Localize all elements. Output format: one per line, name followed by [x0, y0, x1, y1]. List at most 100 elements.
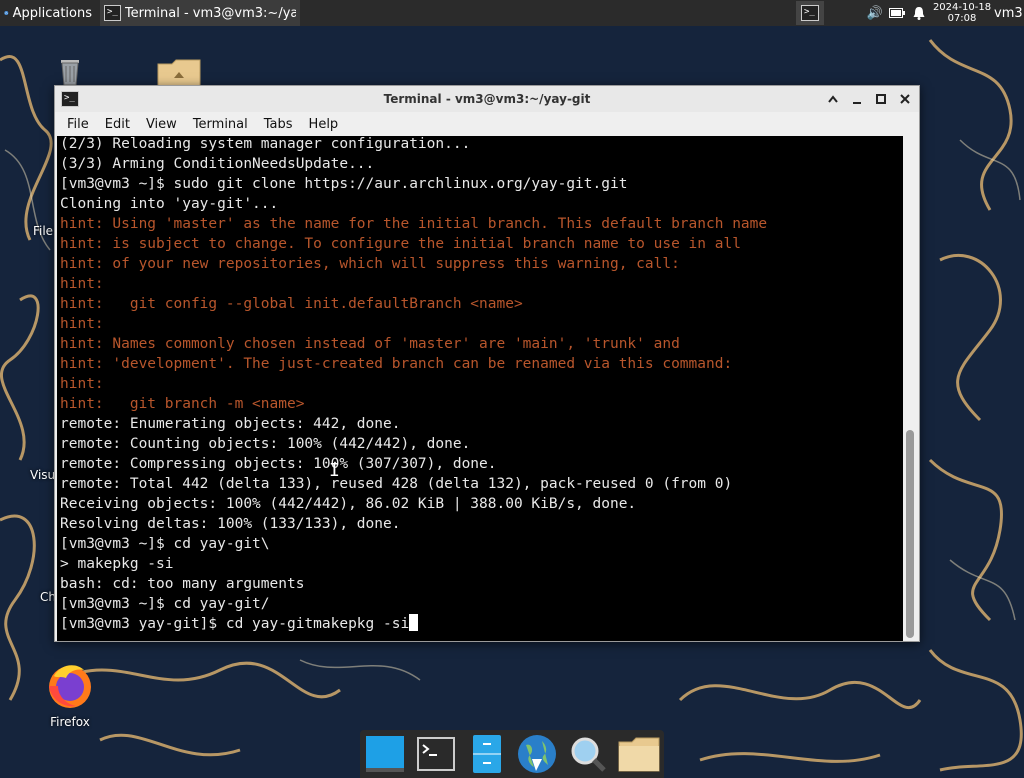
- terminal-line-text: remote: Counting objects: 100% (442/442)…: [60, 436, 471, 452]
- minimize-button[interactable]: [847, 89, 867, 109]
- terminal-hint-line: hint: git branch -m <name>: [60, 394, 767, 414]
- maximize-button[interactable]: [871, 89, 891, 109]
- terminal-line: [vm3@vm3 ~]$ cd yay-git\: [60, 534, 767, 554]
- terminal-line-text: > makepkg -si: [60, 556, 174, 572]
- terminal-line-text: remote: Enumerating objects: 442, done.: [60, 416, 401, 432]
- terminal-line-text: hint:: [60, 376, 104, 392]
- terminal-line: remote: Total 442 (delta 133), reused 42…: [60, 474, 767, 494]
- terminal-line-text: (2/3) Reloading system manager configura…: [60, 136, 471, 152]
- volume-icon[interactable]: 🔊: [864, 1, 886, 25]
- desktop-icon-file-system-label[interactable]: File: [32, 224, 54, 238]
- globe-browser-icon: [518, 735, 557, 773]
- terminal-line: [vm3@vm3 ~]$ cd yay-git/: [60, 594, 767, 614]
- terminal-line-text: hint: is subject to change. To configure…: [60, 236, 741, 252]
- terminal-line: Cloning into 'yay-git'...: [60, 194, 767, 214]
- notification-bell-icon[interactable]: [908, 1, 930, 25]
- menu-file[interactable]: File: [59, 117, 97, 132]
- terminal-hint-line: hint: git config --global init.defaultBr…: [60, 294, 767, 314]
- desktop-icon-trash[interactable]: [52, 54, 88, 86]
- terminal-window: >_ Terminal - vm3@vm3:~/yay-git File Edi…: [54, 85, 920, 642]
- trash-icon: [61, 60, 79, 86]
- terminal-icon: >_: [104, 5, 121, 21]
- terminal-line-text: hint:: [60, 276, 104, 292]
- terminal-lines: (2/3) Reloading system manager configura…: [60, 136, 767, 634]
- clock-date: 2024-10-18: [932, 2, 992, 13]
- minimize-icon: [853, 102, 861, 104]
- magnifier-search-icon: [571, 737, 606, 772]
- terminal-line: remote: Counting objects: 100% (442/442)…: [60, 434, 767, 454]
- terminal-line: (2/3) Reloading system manager configura…: [60, 136, 767, 154]
- maximize-icon: [876, 94, 886, 104]
- scrollbar-thumb[interactable]: [906, 430, 914, 638]
- terminal-line-text: [vm3@vm3 ~]$ cd yay-git/: [60, 596, 270, 612]
- dock-web-browser[interactable]: [515, 733, 559, 775]
- menu-terminal[interactable]: Terminal: [185, 117, 256, 132]
- desktop-icon-firefox[interactable]: Firefox: [34, 660, 106, 729]
- dock-show-desktop[interactable]: [363, 733, 407, 775]
- terminal-line-text: bash: cd: too many arguments: [60, 576, 305, 592]
- applications-label: Applications: [12, 5, 92, 21]
- window-title: Terminal - vm3@vm3:~/yay-git: [383, 92, 591, 106]
- text-cursor-ibeam-icon: I: [329, 460, 340, 481]
- terminal-icon: >_: [801, 5, 819, 21]
- terminal-scrollbar[interactable]: [903, 136, 917, 641]
- chevron-up-icon: [828, 95, 838, 103]
- terminal-hint-line: hint: Using 'master' as the name for the…: [60, 214, 767, 234]
- xfce-logo-icon: [4, 11, 9, 15]
- terminal-line-text: [vm3@vm3 yay-git]$ cd yay-gitmakepkg -si: [60, 616, 410, 632]
- taskbar-terminal-button[interactable]: >_ Terminal - vm3@vm3:~/ya...: [100, 0, 300, 26]
- terminal-line-text: remote: Total 442 (delta 133), reused 42…: [60, 476, 733, 492]
- terminal-line-text: hint: Names commonly chosen instead of '…: [60, 336, 680, 352]
- terminal-line-text: remote: Compressing objects: 100% (307/3…: [60, 456, 497, 472]
- window-titlebar[interactable]: >_ Terminal - vm3@vm3:~/yay-git: [55, 86, 919, 112]
- desktop-icon-home-folder[interactable]: [156, 58, 202, 87]
- terminal-line-text: Receiving objects: 100% (442/442), 86.02…: [60, 496, 637, 512]
- menu-view[interactable]: View: [138, 117, 185, 132]
- file-manager-icon: [472, 735, 501, 773]
- terminal-line-text: [vm3@vm3 ~]$ sudo git clone https://aur.…: [60, 176, 628, 192]
- menu-bar: File Edit View Terminal Tabs Help: [55, 112, 919, 136]
- clock-time: 07:08: [947, 13, 977, 24]
- close-icon: [900, 94, 910, 104]
- terminal-line-text: hint: Using 'master' as the name for the…: [60, 216, 768, 232]
- terminal-hint-line: hint:: [60, 314, 767, 334]
- home-folder-icon: [157, 59, 201, 87]
- dock-search[interactable]: [566, 733, 610, 775]
- terminal-hint-line: hint: 'development'. The just-created br…: [60, 354, 767, 374]
- terminal-line-text: (3/3) Arming ConditionNeedsUpdate...: [60, 156, 375, 172]
- terminal-line: (3/3) Arming ConditionNeedsUpdate...: [60, 154, 767, 174]
- terminal-line-text: [vm3@vm3 ~]$ cd yay-git\: [60, 536, 270, 552]
- terminal-icon: [416, 737, 455, 771]
- terminal-line: remote: Enumerating objects: 442, done.: [60, 414, 767, 434]
- terminal-line: Resolving deltas: 100% (133/133), done.: [60, 514, 767, 534]
- terminal-line-text: hint: git branch -m <name>: [60, 396, 305, 412]
- show-desktop-icon: [366, 736, 405, 772]
- menu-tabs[interactable]: Tabs: [256, 117, 301, 132]
- dock-terminal[interactable]: [414, 733, 458, 775]
- terminal-hint-line: hint: of your new repositories, which wi…: [60, 254, 767, 274]
- dock-folder[interactable]: [617, 733, 661, 775]
- bottom-dock: [360, 730, 664, 778]
- desktop-icon-visual-label[interactable]: Visu: [30, 468, 55, 482]
- tray-terminal-button[interactable]: >_: [796, 1, 824, 25]
- user-menu[interactable]: vm3: [994, 6, 1024, 21]
- top-panel: Applications >_ Terminal - vm3@vm3:~/ya.…: [0, 0, 1024, 26]
- menu-help[interactable]: Help: [301, 117, 347, 132]
- terminal-hint-line: hint:: [60, 274, 767, 294]
- menu-edit[interactable]: Edit: [97, 117, 138, 132]
- taskbar-terminal-label: Terminal - vm3@vm3:~/ya...: [124, 5, 296, 21]
- terminal-line: [vm3@vm3 yay-git]$ cd yay-gitmakepkg -si: [60, 614, 767, 634]
- applications-menu-button[interactable]: Applications: [0, 0, 96, 26]
- terminal-hint-line: hint: Names commonly chosen instead of '…: [60, 334, 767, 354]
- battery-icon[interactable]: [886, 1, 908, 25]
- folder-icon: [618, 737, 660, 772]
- terminal-output[interactable]: (2/3) Reloading system manager configura…: [57, 136, 903, 641]
- terminal-line-text: Cloning into 'yay-git'...: [60, 196, 279, 212]
- close-button[interactable]: [895, 89, 915, 109]
- panel-clock[interactable]: 2024-10-18 07:08: [930, 2, 994, 24]
- terminal-line-text: hint: of your new repositories, which wi…: [60, 256, 680, 272]
- dock-file-manager[interactable]: [465, 733, 509, 775]
- terminal-line-text: hint: 'development'. The just-created br…: [60, 356, 733, 372]
- shade-button[interactable]: [823, 89, 843, 109]
- terminal-line-text: Resolving deltas: 100% (133/133), done.: [60, 516, 401, 532]
